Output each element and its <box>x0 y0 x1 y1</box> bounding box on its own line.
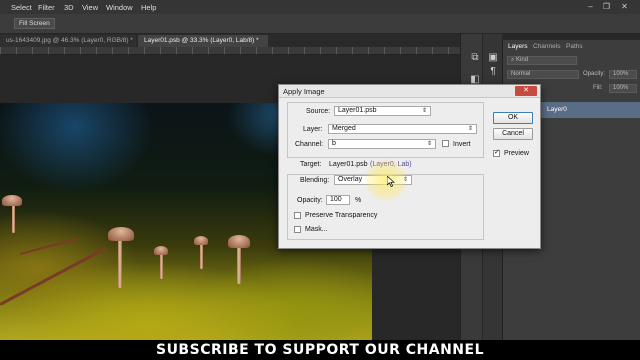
chevron-down-icon: ⇕ <box>421 108 427 114</box>
mushroom-stem <box>237 246 241 284</box>
menu-view[interactable]: View <box>82 3 98 12</box>
target-file: Layer01.psb <box>329 161 368 168</box>
source-select[interactable]: Layer01.psb ⇕ <box>334 106 431 116</box>
close-icon[interactable]: ✕ <box>515 86 537 96</box>
tab-document-1[interactable]: us-1643409.jpg @ 46.3% (Layer0, RGB/8) * <box>0 35 136 47</box>
cancel-button[interactable]: Cancel <box>493 128 533 140</box>
mushroom-cap <box>108 227 134 241</box>
banner-text: SUBSCRIBE TO SUPPORT OUR CHANNEL <box>155 342 485 358</box>
twig <box>0 246 107 306</box>
fill-label: Fill: <box>593 85 603 91</box>
paragraph-icon[interactable]: ¶ <box>487 66 499 78</box>
menu-window[interactable]: Window <box>106 3 133 12</box>
menu-3d[interactable]: 3D <box>64 3 74 12</box>
mushroom-stem <box>12 203 15 233</box>
tab-layers[interactable]: Layers <box>508 43 528 50</box>
source-value: Layer01.psb <box>338 107 377 114</box>
menu-help[interactable]: Help <box>141 3 156 12</box>
mask-label: Mask... <box>305 226 328 233</box>
mouse-pointer-icon <box>387 176 395 187</box>
menu-select[interactable]: Select <box>11 3 32 12</box>
menu-bar: Select Filter 3D View Window Help – ❐ ✕ <box>0 0 640 14</box>
horizontal-ruler <box>0 47 460 55</box>
target-label: Target: <box>300 161 322 168</box>
tab-channels[interactable]: Channels <box>533 43 560 50</box>
mushroom-stem <box>200 243 203 269</box>
fill-screen-button[interactable]: Fill Screen <box>14 18 55 29</box>
minimize-icon[interactable]: – <box>584 1 597 12</box>
layer-filter-select[interactable]: ⌕ Kind <box>507 56 577 65</box>
menu-filter[interactable]: Filter <box>38 3 55 12</box>
dialog-title-bar[interactable]: Apply Image ✕ <box>279 85 540 98</box>
preview-label: Preview <box>504 150 529 157</box>
mushroom-cap <box>228 235 250 248</box>
opacity-label: Opacity: <box>583 71 606 77</box>
preserve-transparency-checkbox[interactable] <box>294 212 301 219</box>
subscribe-banner: SUBSCRIBE TO SUPPORT OUR CHANNEL <box>0 340 640 360</box>
mushroom-cap <box>154 246 168 255</box>
layer-opacity-field[interactable]: 100% <box>609 70 637 79</box>
mask-checkbox[interactable] <box>294 226 301 233</box>
mushroom-cap <box>194 236 208 245</box>
blend-mode-select[interactable]: Normal <box>507 70 579 79</box>
history-icon[interactable]: ⧉ <box>469 52 481 64</box>
mushroom-cap <box>2 195 22 206</box>
preview-checkbox[interactable] <box>493 148 500 157</box>
chevron-down-icon: ⇕ <box>402 177 408 183</box>
opacity-label: Opacity: <box>297 197 323 204</box>
invert-checkbox[interactable] <box>442 140 449 147</box>
layer-filter-label: Kind <box>516 57 529 63</box>
layer-fill-field[interactable]: 100% <box>609 84 637 93</box>
options-bar: Fill Screen <box>0 14 640 34</box>
blending-label: Blending: <box>300 177 330 184</box>
layer-value: Merged <box>332 125 356 132</box>
document-tab-bar: us-1643409.jpg @ 46.3% (Layer0, RGB/8) *… <box>0 34 460 47</box>
mushroom-stem <box>118 238 122 288</box>
blending-select[interactable]: Overlay ⇕ <box>334 175 412 185</box>
close-icon[interactable]: ✕ <box>618 1 631 12</box>
channel-value: b <box>332 140 336 147</box>
tab-paths[interactable]: Paths <box>566 43 583 50</box>
layer-select[interactable]: Merged ⇕ <box>328 124 477 134</box>
source-label: Source: <box>306 108 331 115</box>
chevron-down-icon: ⇕ <box>467 126 473 132</box>
twig <box>19 237 79 255</box>
tab-document-2[interactable]: Layer01.psb @ 33.3% (Layer0, Lab/8) * <box>138 35 268 47</box>
opacity-unit: % <box>355 197 362 204</box>
restore-icon[interactable]: ❐ <box>600 1 613 12</box>
chevron-down-icon: ⇕ <box>426 141 432 147</box>
layer-name: Layer0 <box>547 106 567 113</box>
opacity-field[interactable]: 100 <box>326 195 350 205</box>
blending-value: Overlay <box>338 176 363 183</box>
invert-label: Invert <box>453 141 471 148</box>
mushroom-stem <box>160 253 163 279</box>
preserve-transparency-label: Preserve Transparency <box>305 212 378 219</box>
apply-image-dialog: Apply Image ✕ Source: Layer01.psb ⇕ Layer… <box>278 84 541 249</box>
dialog-title: Apply Image <box>283 87 325 96</box>
target-detail: (Layer0, Lab) <box>370 161 412 168</box>
ok-button[interactable]: OK <box>493 112 533 124</box>
layer-label: Layer: <box>303 126 323 133</box>
character-icon[interactable]: ▣ <box>487 52 499 64</box>
channel-label: Channel: <box>295 141 324 148</box>
channel-select[interactable]: b ⇕ <box>328 139 436 149</box>
